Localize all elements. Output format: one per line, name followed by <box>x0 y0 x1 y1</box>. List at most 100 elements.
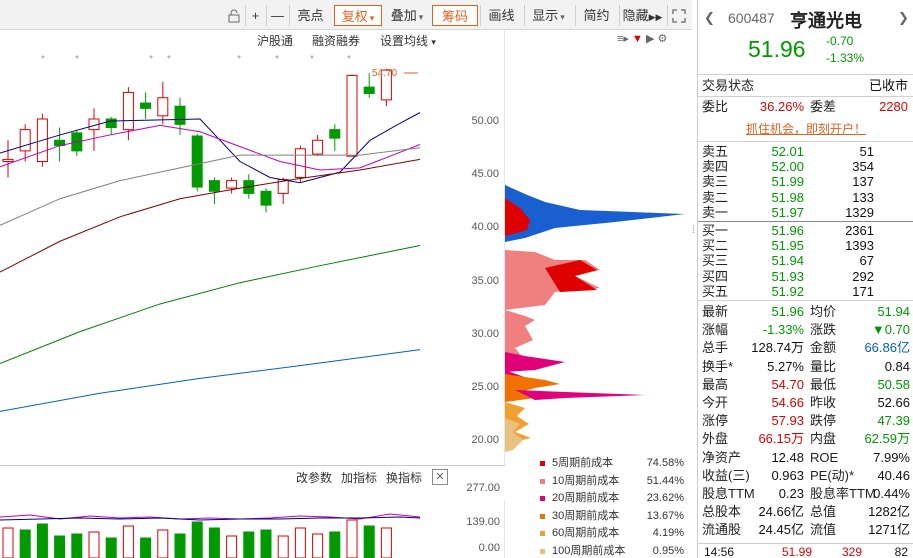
price-tick: 20.00 <box>471 434 499 446</box>
chips-button[interactable]: 筹码 <box>432 5 478 26</box>
legend-pct: 4.19% <box>652 527 684 539</box>
overlay-dropdown[interactable]: 叠加 <box>385 5 429 26</box>
highlight-button[interactable]: 亮点 <box>289 5 331 26</box>
legend-label: 100周期前成本 <box>552 544 626 557</box>
stat-row: 外盘 66.15万 内盘 62.59万 <box>698 429 913 448</box>
event-star-icon[interactable]: * <box>310 54 314 65</box>
edit-params-link[interactable]: 改参数 <box>296 469 332 486</box>
stat-value: 51.94 <box>877 304 910 319</box>
price-tick: 30.00 <box>471 328 499 340</box>
hide-button[interactable]: 隐藏▶▶ <box>619 5 665 26</box>
stat-row: 最高 54.70 最低 50.58 <box>698 375 913 394</box>
event-star-icon[interactable]: * <box>275 54 279 65</box>
sell-price: 51.97 <box>771 204 804 220</box>
weibi-label: 委比 <box>702 99 729 114</box>
stat-value: 62.59万 <box>864 431 910 447</box>
panel-drag-handle[interactable]: ⁞ <box>692 225 695 236</box>
legend-swatch <box>540 513 545 519</box>
stat-value: 12.48 <box>771 449 804 465</box>
buy-volume: 171 <box>852 283 874 299</box>
brush-icon[interactable]: ≡▸ <box>617 33 629 45</box>
buy-volume: 292 <box>852 268 874 284</box>
event-star-icon[interactable]: * <box>237 54 241 65</box>
event-star-icon[interactable]: * <box>75 54 79 65</box>
chip-band-20c <box>515 390 645 400</box>
buy-row: 买二 51.95 1393 <box>698 238 913 253</box>
stat-label: 均价 <box>810 304 837 319</box>
add-indicator-link[interactable]: 加指标 <box>341 469 377 486</box>
candle-body <box>174 105 186 125</box>
stat-value: 1271亿 <box>868 522 910 538</box>
next-stock-icon[interactable]: ❯ <box>898 10 909 26</box>
candlestick-chart[interactable]: * * * * * * * * 54.70 <box>0 30 505 465</box>
stat-label: 总值 <box>810 504 837 520</box>
legend-swatch <box>540 496 545 501</box>
sell-row: 卖二 51.98 133 <box>698 190 913 205</box>
sell-row: 卖一 51.97 1329 <box>698 205 913 220</box>
buy-volume: 67 <box>859 253 874 269</box>
volume-bar <box>243 531 255 558</box>
buy-volume: 1393 <box>845 238 874 254</box>
buy-price: 51.92 <box>771 283 804 299</box>
display-dropdown[interactable]: 显示 <box>524 5 572 26</box>
prev-stock-icon[interactable]: ❮ <box>704 10 715 26</box>
candle-body <box>157 97 169 117</box>
draw-button[interactable]: 画线 <box>480 5 522 26</box>
stat-label: 涨幅 <box>702 322 729 338</box>
chart-area: 沪股通 融资融券 设置均线 ▾ * * * * * * * * 54.70 50.00 45.0… <box>0 30 692 558</box>
candle-body <box>2 158 14 163</box>
stat-label: PE(动)* <box>810 467 855 483</box>
volume-bar <box>105 537 117 558</box>
sell-volume: 51 <box>859 144 874 159</box>
weibi-value: 36.26% <box>759 99 804 114</box>
candle-body <box>346 74 358 157</box>
chip-distribution-chart <box>505 185 685 452</box>
stat-label: 涨跌 <box>810 322 837 338</box>
stat-label: 流通股 <box>702 522 742 538</box>
stat-row: 今开 54.66 昨收 52.66 <box>698 393 913 412</box>
divider <box>0 465 505 466</box>
stat-value: 5.27% <box>767 358 804 374</box>
buy-row: 买四 51.93 292 <box>698 269 913 284</box>
sell-label: 卖四 <box>702 159 729 175</box>
sell-price: 52.00 <box>771 159 804 175</box>
sell-price: 51.99 <box>771 174 804 190</box>
brief-button[interactable]: 简约 <box>575 5 617 26</box>
volume-tick: 277.00 <box>466 482 500 494</box>
sell-volume: 1329 <box>845 204 874 220</box>
legend-swatch <box>540 461 545 466</box>
legend-row: 60周期前成本 4.19% <box>532 525 692 543</box>
adjust-dropdown[interactable]: 复权 <box>334 5 382 26</box>
overlay-label: 叠加 <box>390 8 417 23</box>
zoom-out-button[interactable]: — <box>266 5 288 26</box>
volume-chart[interactable] <box>0 500 505 558</box>
switch-indicator-link[interactable]: 换指标 <box>386 469 422 486</box>
stat-value: 128.74万 <box>751 340 804 356</box>
sell-label: 卖二 <box>702 189 729 205</box>
event-star-icon[interactable]: * <box>149 54 153 65</box>
flag-gray-icon[interactable]: ▶ <box>646 33 654 45</box>
fullscreen-icon[interactable] <box>667 5 689 26</box>
stat-label: 跌停 <box>810 413 837 429</box>
lock-icon[interactable] <box>224 5 244 26</box>
stat-row: 最新 51.96 均价 51.94 <box>698 302 913 321</box>
settings-gear-icon[interactable]: ⚙ <box>658 33 668 45</box>
buy-row: 买一 51.96 2361 <box>698 223 913 238</box>
buy-price: 51.93 <box>771 268 804 284</box>
candle-body <box>19 129 31 152</box>
event-star-icon[interactable]: * <box>41 54 45 65</box>
volume-bar <box>191 521 203 558</box>
close-indicator-button[interactable]: ✕ <box>432 469 448 485</box>
zoom-in-button[interactable]: + <box>245 5 265 26</box>
stat-label: 最低 <box>810 376 837 392</box>
stat-value: 24.45亿 <box>758 522 804 538</box>
legend-pct: 13.67% <box>646 509 684 522</box>
stat-value: 0.963 <box>771 467 804 483</box>
event-star-icon[interactable]: * <box>167 54 171 65</box>
flag-red-icon[interactable]: ▼ <box>632 33 643 45</box>
legend-pct: 51.44% <box>646 474 684 487</box>
open-account-link[interactable]: 抓住机会，即刻开户！ <box>746 122 866 136</box>
event-star-icon[interactable]: * <box>347 54 351 65</box>
sell-price: 52.01 <box>771 144 804 159</box>
stat-value: 0.23 <box>778 486 804 501</box>
